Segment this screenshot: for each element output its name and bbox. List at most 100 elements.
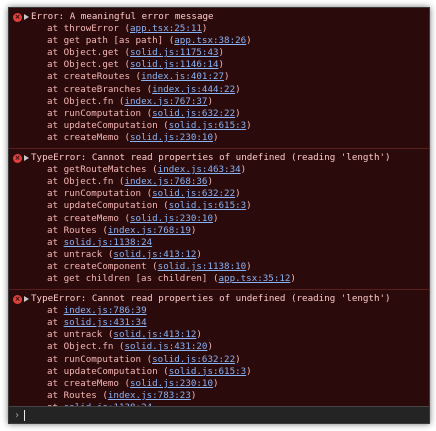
source-location-link[interactable]: solid.js:413:12 <box>113 249 196 260</box>
source-location-link[interactable]: solid.js:615:3 <box>169 366 246 377</box>
stack-frame: at Routes (index.js:783:23) <box>47 389 197 401</box>
stack-frame-function: at Object.get <box>47 59 119 71</box>
expand-triangle-icon[interactable] <box>24 14 29 21</box>
stack-frame-function: at Object.fn <box>47 176 114 188</box>
stack-frame-function: at createComponent <box>47 260 147 272</box>
source-location-link[interactable]: solid.js:431:34 <box>64 317 147 328</box>
stack-frame: at createMemo (solid.js:230:10) <box>47 131 219 143</box>
stack-frame-function: at untrack <box>47 248 103 260</box>
source-location-link[interactable]: index.js:768:19 <box>108 225 191 236</box>
stack-frame-function: at Object.fn <box>47 95 114 107</box>
stack-frame: at createMemo (solid.js:230:10) <box>47 212 219 224</box>
console-prompt[interactable]: › <box>9 406 429 423</box>
stack-frame: at createBranches (index.js:444:22) <box>47 83 241 95</box>
stack-frame-function: at updateComputation <box>47 200 158 212</box>
stack-frame-function: at createBranches <box>47 83 142 95</box>
stack-frame-function: at createMemo <box>47 212 119 224</box>
source-location-link[interactable]: solid.js:431:20 <box>124 341 207 352</box>
source-location-link[interactable]: solid.js:632:22 <box>152 108 235 119</box>
error-header[interactable]: × Error: A meaningful error message <box>13 11 425 23</box>
source-location-link[interactable]: solid.js:1146:14 <box>130 59 219 70</box>
source-location-link[interactable]: solid.js:615:3 <box>169 120 246 131</box>
stack-frame-function: at <box>47 317 59 329</box>
source-location-link[interactable]: index.js:463:34 <box>158 164 241 175</box>
stack-frame-function: at Routes <box>47 224 97 236</box>
source-location-link[interactable]: solid.js:632:22 <box>152 188 235 199</box>
prompt-chevron-icon: › <box>14 409 21 421</box>
error-circle-icon: × <box>13 294 22 304</box>
stack-frame-function: at createMemo <box>47 131 119 143</box>
stack-frame: at Routes (index.js:768:19) <box>47 224 197 236</box>
stack-frame-function: at get children [as children] <box>47 272 208 284</box>
stack-frame: at getRouteMatches (index.js:463:34) <box>47 164 247 176</box>
stack-frame: at solid.js:431:34 <box>13 317 425 329</box>
stack-frame-function: at createMemo <box>47 377 119 389</box>
source-location-link[interactable]: app.tsx:38:26 <box>174 35 246 46</box>
stack-frame: at createRoutes (index.js:401:27) <box>47 71 230 83</box>
stack-frame: at solid.js:1138:24 <box>13 237 425 249</box>
stack-frame: at runComputation (solid.js:632:22) <box>47 353 241 365</box>
stack-frame-function: at Object.get <box>47 47 119 59</box>
source-location-link[interactable]: solid.js:230:10 <box>130 132 213 143</box>
stack-frame-function: at Object.fn <box>47 341 114 353</box>
source-location-link[interactable]: index.js:786:39 <box>64 305 147 316</box>
source-location-link[interactable]: solid.js:1138:10 <box>158 261 247 272</box>
expand-triangle-icon[interactable] <box>24 296 29 303</box>
source-location-link[interactable]: app.tsx:35:12 <box>219 273 291 284</box>
error-message: Error: A meaningful error message <box>31 11 214 22</box>
source-location-link[interactable]: solid.js:413:12 <box>113 329 196 340</box>
console-output: × Error: A meaningful error message at thr… <box>9 8 429 423</box>
source-location-link[interactable]: solid.js:1138:24 <box>64 237 153 248</box>
stack-frame-function: at createRoutes <box>47 71 130 83</box>
stack-frame: at index.js:786:39 <box>13 305 425 317</box>
error-header[interactable]: × TypeError: Cannot read properties of un… <box>13 152 425 164</box>
stack-frame-function: at runComputation <box>47 107 142 119</box>
stack-frame-function: at get path [as path] <box>47 35 164 47</box>
error-circle-icon: × <box>13 12 22 22</box>
source-location-link[interactable]: solid.js:632:22 <box>152 354 235 365</box>
stack-frame: at updateComputation (solid.js:615:3) <box>47 119 252 131</box>
stack-frame: at Object.get (solid.js:1146:14) <box>47 59 225 71</box>
stack-frame: at get path [as path] (app.tsx:38:26) <box>47 35 252 47</box>
stack-frame-function: at runComputation <box>47 353 142 365</box>
error-entry: × Error: A meaningful error message at thr… <box>9 8 429 150</box>
stack-frame: at runComputation (solid.js:632:22) <box>47 107 241 119</box>
stack-frame-function: at <box>47 305 59 317</box>
source-location-link[interactable]: solid.js:230:10 <box>130 213 213 224</box>
stack-frame: at untrack (solid.js:413:12) <box>47 248 202 260</box>
error-entry: × TypeError: Cannot read properties of un… <box>9 149 429 291</box>
stack-frame: at throwError (app.tsx:25:11) <box>47 23 208 35</box>
error-header[interactable]: × TypeError: Cannot read properties of un… <box>13 293 425 305</box>
source-location-link[interactable]: solid.js:230:10 <box>130 378 213 389</box>
stack-frame: at Object.fn (index.js:768:36) <box>47 176 213 188</box>
source-location-link[interactable]: solid.js:1175:43 <box>130 47 219 58</box>
error-circle-icon: × <box>13 153 22 163</box>
stack-frame-function: at updateComputation <box>47 365 158 377</box>
stack-frame: at createComponent (solid.js:1138:10) <box>47 260 252 272</box>
stack-frame-function: at getRouteMatches <box>47 164 147 176</box>
error-message: TypeError: Cannot read properties of und… <box>31 293 391 305</box>
stack-frame-function: at untrack <box>47 329 103 341</box>
stack-frame: at get children [as children] (app.tsx:3… <box>47 272 296 284</box>
source-location-link[interactable]: index.js:783:23 <box>108 390 191 401</box>
source-location-link[interactable]: index.js:401:27 <box>141 71 224 82</box>
source-location-link[interactable]: index.js:767:37 <box>124 96 207 107</box>
stack-frame-function: at throwError <box>47 23 119 35</box>
stack-frame-function: at Routes <box>47 389 97 401</box>
source-location-link[interactable]: index.js:768:36 <box>124 176 207 187</box>
stack-frame: at runComputation (solid.js:632:22) <box>47 188 241 200</box>
error-message: TypeError: Cannot read properties of und… <box>31 152 391 164</box>
stack-frame: at updateComputation (solid.js:615:3) <box>47 365 252 377</box>
stack-frame: at Object.get (solid.js:1175:43) <box>47 47 225 59</box>
expand-triangle-icon[interactable] <box>24 155 29 162</box>
text-caret[interactable] <box>24 409 26 421</box>
stack-frame: at createMemo (solid.js:230:10) <box>47 377 219 389</box>
source-location-link[interactable]: app.tsx:25:11 <box>130 23 202 34</box>
source-location-link[interactable]: index.js:444:22 <box>152 84 235 95</box>
stack-frame: at Object.fn (index.js:767:37) <box>47 95 213 107</box>
devtools-console-window: × Error: A meaningful error message at thr… <box>8 7 430 424</box>
stack-frame: at untrack (solid.js:413:12) <box>47 329 202 341</box>
stack-frame-function: at runComputation <box>47 188 142 200</box>
stack-frame: at updateComputation (solid.js:615:3) <box>47 200 252 212</box>
source-location-link[interactable]: solid.js:615:3 <box>169 200 246 211</box>
